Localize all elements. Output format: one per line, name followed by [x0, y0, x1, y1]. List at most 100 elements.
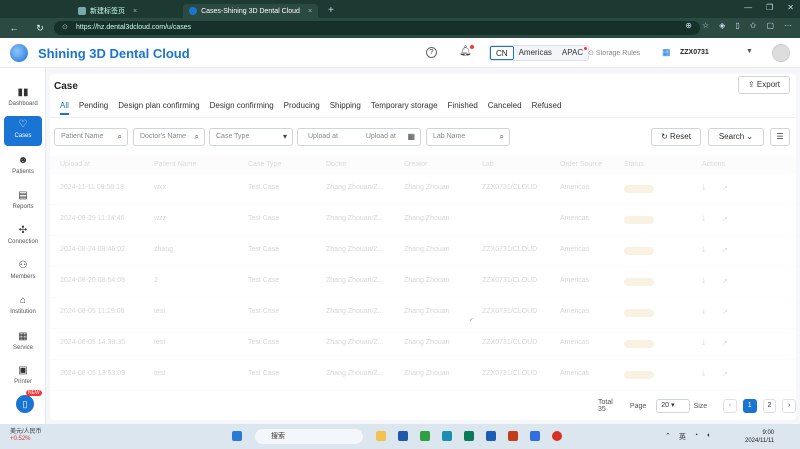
- tab-canceled[interactable]: Canceled: [488, 101, 522, 115]
- tray-chevron-icon[interactable]: ⌃: [665, 432, 671, 442]
- share-icon[interactable]: ↗: [722, 370, 728, 378]
- help-icon[interactable]: ?: [426, 47, 437, 58]
- page-size-select[interactable]: 20 ▾: [656, 399, 690, 413]
- share-icon[interactable]: ↗: [722, 246, 728, 254]
- next-page-icon[interactable]: ›: [782, 399, 797, 413]
- sidebar-item-institution[interactable]: ⌂ Institution: [4, 292, 42, 322]
- collections-icon[interactable]: ▢: [766, 21, 774, 30]
- region-cn[interactable]: CN: [490, 46, 514, 60]
- chevron-down-icon[interactable]: ▼: [746, 48, 753, 55]
- browser-tab-cases[interactable]: Cases-Shining 3D Dental Cloud ×: [183, 4, 319, 18]
- address-bar[interactable]: ⊙ https://hz.dental3dcloud.com/u/cases: [54, 21, 700, 35]
- share-icon[interactable]: ↗: [722, 277, 728, 285]
- sidebar-item-reports[interactable]: ▤ Reports: [4, 187, 42, 217]
- back-icon[interactable]: ←: [6, 23, 22, 33]
- tab-pending[interactable]: Pending: [79, 101, 108, 115]
- tab-refused[interactable]: Refused: [532, 101, 562, 115]
- chrome-icon[interactable]: [552, 431, 562, 441]
- share-icon[interactable]: ↗: [722, 184, 728, 192]
- close-window-icon[interactable]: ✕: [787, 3, 794, 12]
- case-type-select[interactable]: Case Type ▾: [209, 128, 293, 146]
- share-icon[interactable]: ↗: [722, 215, 728, 223]
- sidebar-item-dashboard[interactable]: ▮▮ Dashboard: [4, 84, 42, 114]
- file-explorer-icon[interactable]: [376, 431, 386, 441]
- new-tab-button[interactable]: +: [328, 5, 334, 16]
- search-button[interactable]: Search ⌄: [708, 128, 764, 146]
- table-row[interactable]: 2024-08-24 08:46:02 zhang Test Case Zhang Z…: [50, 236, 796, 267]
- tab-finished[interactable]: Finished: [448, 101, 478, 115]
- download-icon[interactable]: ⤓: [702, 184, 705, 192]
- table-row[interactable]: 2024-08-29 11:14:46 wzz Test Case Zhang Zho…: [50, 205, 796, 236]
- page-button-2[interactable]: 2: [762, 399, 777, 413]
- maximize-icon[interactable]: ❐: [766, 3, 773, 12]
- storage-rules-link[interactable]: ⊙ Storage Rules: [588, 49, 640, 57]
- close-tab-icon[interactable]: ×: [308, 8, 312, 15]
- share-icon[interactable]: ↗: [722, 308, 728, 316]
- volume-icon[interactable]: ◖: [706, 432, 710, 442]
- mail-icon[interactable]: [486, 431, 496, 441]
- refresh-icon[interactable]: ↻: [32, 23, 48, 34]
- table-row[interactable]: 2024-11-11 09:58:18 wxx Test Case Zhang Zho…: [50, 174, 796, 205]
- download-icon[interactable]: ⤓: [702, 277, 705, 285]
- org-selector[interactable]: ZZX0731: [680, 49, 709, 56]
- region-americas[interactable]: Americas: [514, 46, 557, 60]
- zoom-icon[interactable]: ⊕: [685, 21, 692, 30]
- column-settings-icon[interactable]: ☰: [770, 128, 790, 146]
- region-apac[interactable]: APAC: [557, 46, 588, 60]
- download-icon[interactable]: ⤓: [702, 339, 705, 347]
- powerpoint-icon[interactable]: [508, 431, 518, 441]
- wechat-icon[interactable]: [420, 431, 430, 441]
- tab-all[interactable]: All: [60, 101, 69, 115]
- system-clock[interactable]: 9:00 2024/11/11: [745, 429, 774, 445]
- sidebar-item-cases[interactable]: ♡ Cases: [4, 116, 42, 146]
- split-screen-icon[interactable]: ▯: [735, 21, 739, 30]
- app-icon[interactable]: [464, 431, 474, 441]
- download-icon[interactable]: ⤓: [702, 246, 705, 254]
- doctor-name-input[interactable]: Doctor's Name ⌕: [133, 128, 205, 146]
- reset-button[interactable]: ↻ Reset: [651, 128, 701, 146]
- tab-temporary-storage[interactable]: Temporary storage: [371, 101, 438, 115]
- table-row[interactable]: 2024-08-05 14:38:35 test Test Case Zhang Zh…: [50, 329, 796, 360]
- new-feature-button[interactable]: ▯: [16, 395, 34, 413]
- tab-design-confirming[interactable]: Design confirming: [210, 101, 274, 115]
- wifi-icon[interactable]: ◔: [694, 432, 698, 442]
- table-row[interactable]: 2024-08-05 11:29:05 test Test Case Zhang Zh…: [50, 298, 796, 329]
- download-icon[interactable]: ⤓: [702, 370, 705, 378]
- tab-shipping[interactable]: Shipping: [330, 101, 361, 115]
- app-icon[interactable]: [398, 431, 408, 441]
- sidebar-item-patients[interactable]: ☻ Patients: [4, 152, 42, 182]
- download-icon[interactable]: ⤓: [702, 215, 705, 223]
- input-method-icon[interactable]: 英: [679, 432, 686, 442]
- avatar[interactable]: [772, 44, 790, 62]
- edge-browser-icon[interactable]: [442, 431, 452, 441]
- tab-design-plan-confirming[interactable]: Design plan confirming: [118, 101, 199, 115]
- table-row[interactable]: 2024-08-20 08:54:08 2 Test Case Zhang Zhoua…: [50, 267, 796, 298]
- prev-page-icon[interactable]: ‹: [723, 399, 737, 413]
- menu-dots-icon[interactable]: ⋯: [784, 21, 792, 30]
- notification-bell-icon[interactable]: 🔔︎: [459, 45, 474, 57]
- sidebar-item-service[interactable]: ▦ Service: [4, 328, 42, 358]
- brand-title[interactable]: Shining 3D Dental Cloud: [38, 46, 190, 61]
- minimize-icon[interactable]: —: [744, 3, 752, 12]
- taskbar-search[interactable]: 搜索: [255, 429, 363, 444]
- sidebar-item-printer[interactable]: ▣ Printer: [4, 362, 42, 392]
- page-button-1[interactable]: 1: [742, 399, 757, 413]
- share-icon[interactable]: ↗: [722, 339, 728, 347]
- start-menu-icon[interactable]: [232, 431, 242, 441]
- lab-name-input[interactable]: Lab Name ⌕: [426, 128, 510, 146]
- sidebar-item-members[interactable]: ⚇ Members: [4, 257, 42, 287]
- upload-date-range[interactable]: Upload at Upload at ▦: [297, 128, 421, 146]
- extension-icon[interactable]: ◈: [719, 21, 725, 30]
- close-tab-icon[interactable]: ×: [133, 8, 137, 15]
- favorites-icon[interactable]: ✩: [750, 21, 757, 30]
- download-icon[interactable]: ⤓: [702, 308, 705, 316]
- tab-producing[interactable]: Producing: [284, 101, 320, 115]
- app-icon[interactable]: [530, 431, 540, 441]
- patient-name-input[interactable]: Patient Name ⌕: [54, 128, 128, 146]
- export-button[interactable]: ⇪ Export: [738, 76, 790, 94]
- table-row[interactable]: 2024-08-05 13:53:09 test Test Case Zhang Zh…: [50, 360, 796, 391]
- browser-tab-newtab[interactable]: 新建标签页 ×: [72, 4, 143, 18]
- stock-widget[interactable]: 美元/人民币 +0.52%: [10, 429, 42, 443]
- sidebar-item-connection[interactable]: ✣ Connection: [4, 222, 42, 252]
- bookmark-star-icon[interactable]: ☆: [702, 21, 709, 30]
